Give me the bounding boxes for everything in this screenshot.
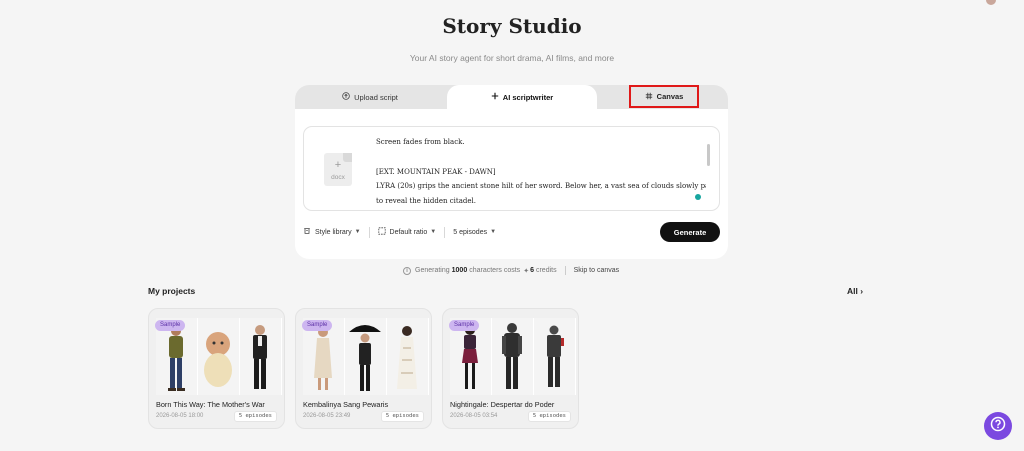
divider (444, 226, 446, 238)
character-image (240, 318, 282, 395)
character-image (534, 318, 576, 395)
generate-button[interactable]: Generate (660, 222, 720, 242)
chevron-down-icon: ▼ (430, 229, 437, 235)
cost-chars: 1000 (451, 267, 468, 274)
project-name: Born This Way: The Mother's War (156, 400, 265, 409)
tab-upload-script[interactable]: Upload script (295, 85, 445, 109)
tab-upload-label: Upload script (354, 92, 398, 102)
info-icon: i (403, 266, 411, 275)
project-card[interactable]: Sample Kembalinya Sang Pewaris 2026-08-0… (295, 308, 432, 429)
divider (564, 266, 566, 275)
aspect-ratio-icon (377, 227, 386, 237)
all-projects-link[interactable]: All › (847, 286, 863, 296)
character-image (198, 318, 240, 395)
project-name: Nightingale: Despertar do Poder (450, 400, 555, 409)
project-card[interactable]: Sample Nightingale: Despertar do Poder 2… (442, 308, 579, 429)
page-title: Story Studio (442, 14, 582, 38)
project-name: Kembalinya Sang Pewaris (303, 400, 389, 409)
style-library-dropdown[interactable]: Style library ▼ (303, 227, 361, 237)
credit-icon: ✦ (523, 267, 530, 275)
chevron-down-icon: ▼ (354, 229, 361, 235)
script-panel: Upload script AI scriptwriter Canvas + d… (295, 85, 728, 259)
skip-to-canvas-link[interactable]: Skip to canvas (574, 267, 620, 274)
grid-hash-icon (645, 92, 653, 102)
divider (368, 226, 370, 238)
project-date: 2026-08-05 03:54 (450, 413, 498, 419)
tab-ai-label: AI scriptwriter (502, 92, 554, 102)
character-image (387, 318, 429, 395)
credit-cost-line: i Generating 1000 characters costs ✦ 6 c… (403, 266, 619, 275)
plus-icon (491, 92, 499, 102)
cost-suffix: credits (535, 267, 557, 274)
cost-prefix: Generating (415, 267, 450, 274)
sample-badge: Sample (302, 320, 333, 331)
plus-icon: + (334, 159, 342, 171)
sample-badge: Sample (155, 320, 186, 331)
script-line: [EXT. MOUNTAIN PEAK - DAWN] (376, 167, 496, 176)
generation-controls: Style library ▼ Default ratio ▼ 5 episod… (303, 223, 496, 241)
editor-scrollbar[interactable] (707, 144, 710, 166)
project-date: 2026-08-05 23:49 (303, 413, 351, 419)
script-line (376, 150, 706, 165)
docx-upload-icon[interactable]: + docx (324, 153, 352, 186)
episodes-badge: 5 episodes (233, 411, 277, 422)
episodes-label: 5 episodes (453, 228, 488, 236)
project-date: 2026-08-05 18:00 (156, 413, 204, 419)
help-icon (990, 416, 1006, 437)
chevron-right-icon: › (860, 286, 864, 296)
my-projects-heading: My projects (148, 286, 196, 296)
tab-canvas-label: Canvas (656, 92, 684, 101)
episodes-badge: 5 episodes (527, 411, 571, 422)
cost-middle: characters costs (469, 267, 521, 274)
help-button[interactable] (984, 412, 1012, 440)
cost-credits: 6 (530, 267, 534, 274)
project-card[interactable]: Sample Born This Way: The Mother's War 2… (148, 308, 285, 429)
character-image (345, 318, 387, 395)
script-line: Screen fades from black. (376, 138, 465, 146)
all-label: All (847, 286, 858, 296)
script-textarea[interactable]: Screen fades from black. [EXT. MOUNTAIN … (376, 135, 706, 205)
upload-circle-icon (342, 92, 350, 102)
character-image (492, 318, 534, 395)
sample-badge: Sample (449, 320, 480, 331)
grammar-indicator (695, 194, 701, 200)
script-line: to reveal the hidden citadel. (376, 197, 476, 205)
tab-canvas[interactable]: Canvas (629, 85, 699, 108)
file-extension: docx (331, 174, 345, 181)
ratio-dropdown[interactable]: Default ratio ▼ (377, 227, 437, 237)
page-subtitle: Your AI story agent for short drama, AI … (409, 53, 615, 63)
style-library-label: Style library (315, 228, 352, 236)
mode-tabbar: Upload script AI scriptwriter Canvas (295, 85, 728, 109)
chevron-down-icon: ▼ (490, 229, 497, 235)
script-editor[interactable]: + docx Screen fades from black. [EXT. MO… (303, 126, 720, 211)
script-line: LYRA (20s) grips the ancient stone hilt … (376, 182, 706, 191)
episodes-badge: 5 episodes (380, 411, 424, 422)
ratio-label: Default ratio (389, 228, 428, 236)
tab-ai-scriptwriter[interactable]: AI scriptwriter (447, 85, 597, 109)
style-library-icon (303, 227, 311, 237)
user-avatar[interactable] (986, 0, 996, 5)
episodes-dropdown[interactable]: 5 episodes ▼ (453, 229, 496, 236)
